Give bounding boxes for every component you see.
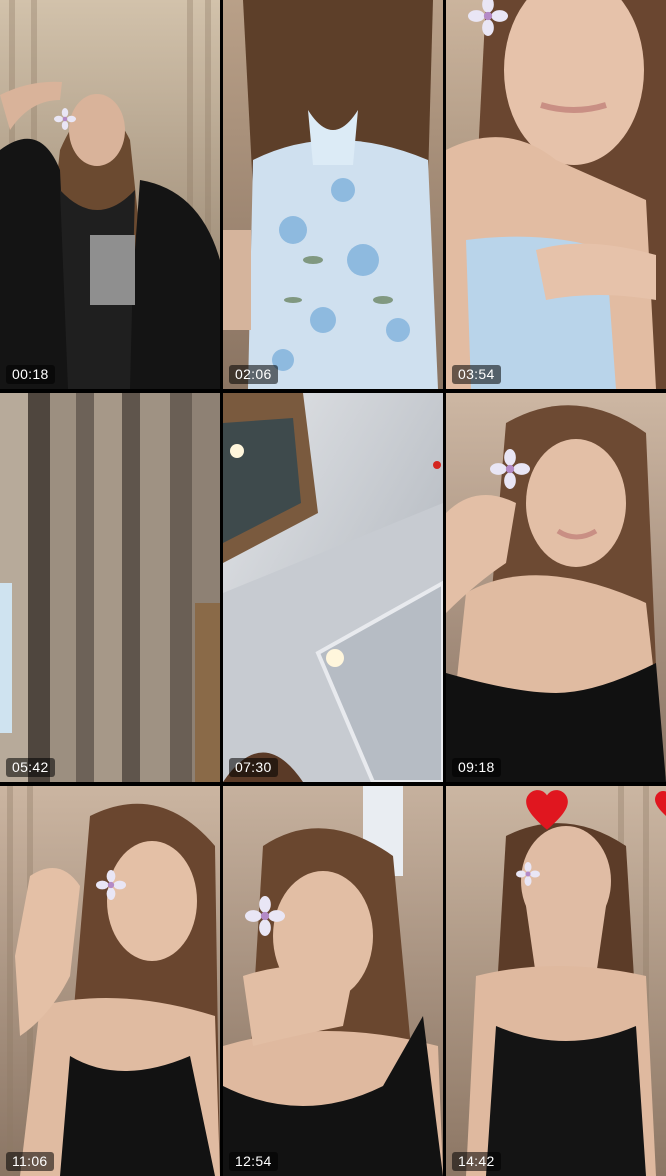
flower-sticker-icon [245, 896, 285, 936]
video-thumbnail-image [223, 393, 443, 782]
video-thumbnail[interactable]: 03:54 [446, 0, 666, 389]
video-thumbnail[interactable]: 07:30 [223, 393, 443, 782]
flower-sticker-icon [54, 108, 76, 130]
heart-sticker-icon [526, 790, 568, 830]
video-thumbnail[interactable]: 12:54 [223, 786, 443, 1176]
video-thumbnail-image [0, 393, 220, 782]
video-thumbnail-image [446, 0, 666, 389]
video-thumbnail[interactable]: 05:42 [0, 393, 220, 782]
video-thumbnail-grid: 00:18 02:06 03:54 05:42 07:30 09:18 11:0… [0, 0, 666, 1176]
video-duration-badge: 03:54 [452, 365, 501, 384]
video-duration-badge: 02:06 [229, 365, 278, 384]
video-thumbnail-image [223, 786, 443, 1176]
video-thumbnail-image [0, 786, 220, 1176]
video-duration-badge: 12:54 [229, 1152, 278, 1171]
video-duration-badge: 14:42 [452, 1152, 501, 1171]
flower-sticker-icon [468, 0, 508, 36]
video-duration-badge: 05:42 [6, 758, 55, 777]
video-thumbnail-image [223, 0, 443, 389]
video-thumbnail-image [0, 0, 220, 389]
video-thumbnail-image [446, 786, 666, 1176]
flower-sticker-icon [96, 870, 126, 900]
video-thumbnail[interactable]: 14:42 [446, 786, 666, 1176]
video-thumbnail[interactable]: 00:18 [0, 0, 220, 389]
video-duration-badge: 00:18 [6, 365, 55, 384]
flower-sticker-icon [490, 449, 530, 489]
video-thumbnail[interactable]: 02:06 [223, 0, 443, 389]
video-thumbnail[interactable]: 11:06 [0, 786, 220, 1176]
video-duration-badge: 09:18 [452, 758, 501, 777]
video-thumbnail-image [446, 393, 666, 782]
video-duration-badge: 11:06 [6, 1152, 54, 1171]
flower-sticker-icon [516, 862, 540, 886]
video-duration-badge: 07:30 [229, 758, 278, 777]
video-thumbnail[interactable]: 09:18 [446, 393, 666, 782]
heart-sticker-icon [655, 791, 666, 816]
